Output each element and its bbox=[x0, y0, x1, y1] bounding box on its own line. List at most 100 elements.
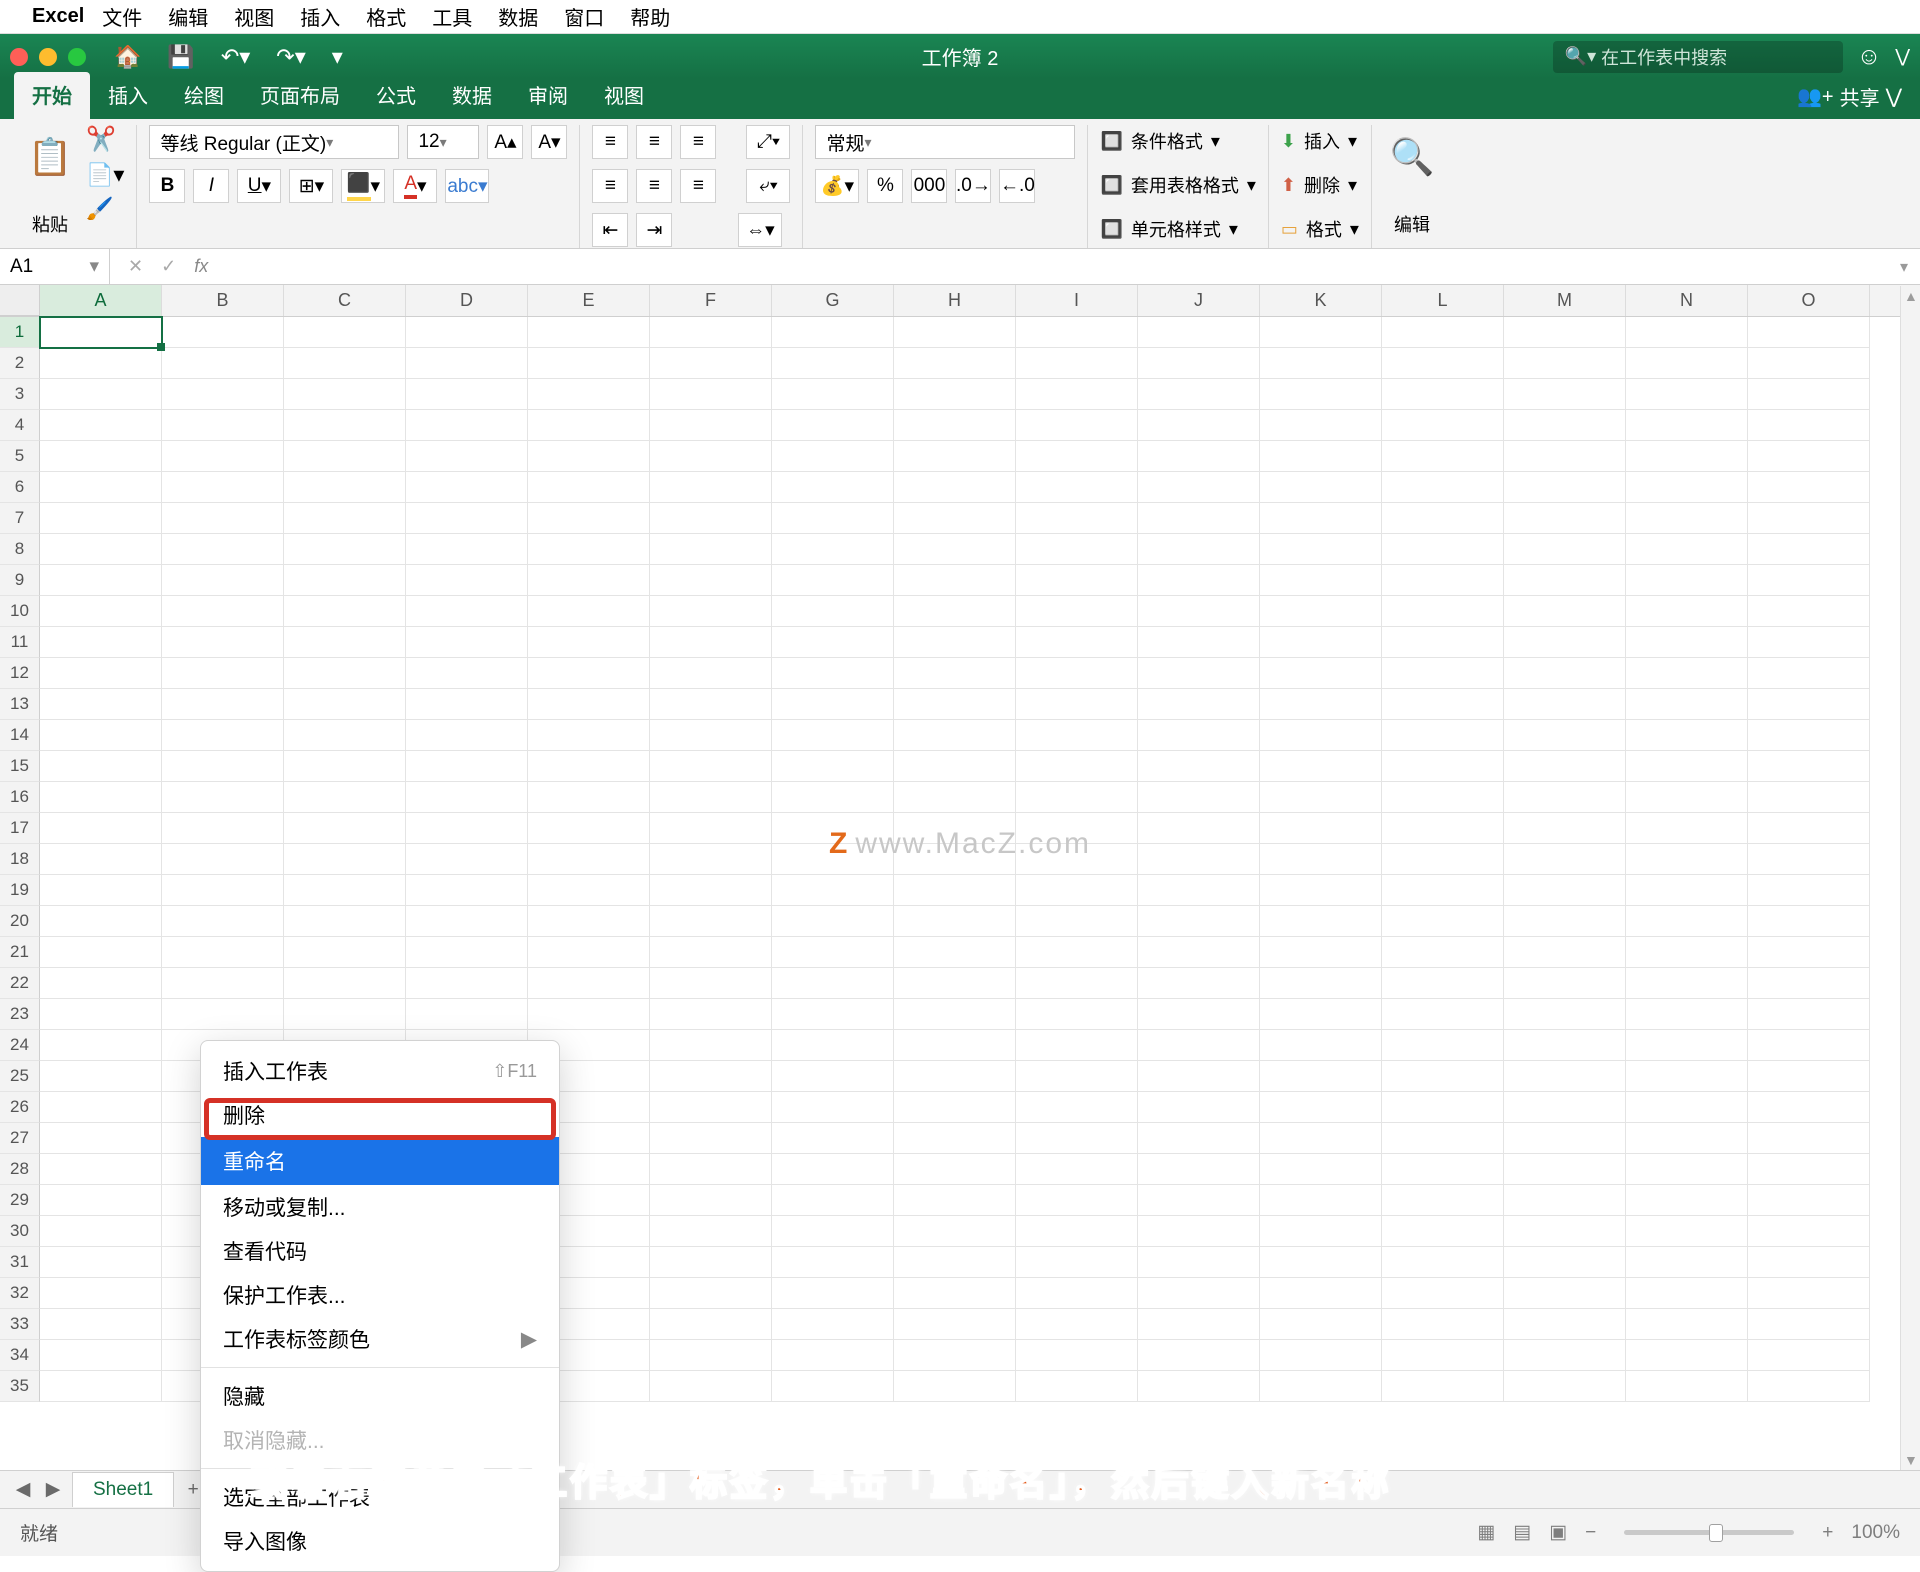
cell[interactable] bbox=[1260, 782, 1382, 813]
cell[interactable] bbox=[1138, 844, 1260, 875]
home-icon[interactable]: 🏠 bbox=[114, 44, 141, 70]
cell[interactable] bbox=[528, 999, 650, 1030]
menu-protect-sheet[interactable]: 保护工作表... bbox=[201, 1273, 559, 1317]
cell[interactable] bbox=[1504, 1030, 1626, 1061]
cell[interactable] bbox=[1504, 627, 1626, 658]
cell[interactable] bbox=[1138, 1185, 1260, 1216]
row-header[interactable]: 32 bbox=[0, 1278, 40, 1309]
cell[interactable] bbox=[650, 875, 772, 906]
cell[interactable] bbox=[1504, 1309, 1626, 1340]
cell[interactable] bbox=[1260, 1061, 1382, 1092]
cell[interactable] bbox=[772, 317, 894, 348]
cell[interactable] bbox=[284, 937, 406, 968]
cell[interactable] bbox=[406, 596, 528, 627]
cell[interactable] bbox=[1504, 503, 1626, 534]
cell[interactable] bbox=[528, 596, 650, 627]
cell[interactable] bbox=[1260, 1123, 1382, 1154]
cell[interactable] bbox=[1382, 1092, 1504, 1123]
cell[interactable] bbox=[1138, 441, 1260, 472]
cell[interactable] bbox=[1748, 379, 1870, 410]
row-header[interactable]: 34 bbox=[0, 1340, 40, 1371]
cell[interactable] bbox=[1138, 596, 1260, 627]
cell[interactable] bbox=[894, 503, 1016, 534]
row-header[interactable]: 29 bbox=[0, 1185, 40, 1216]
border-button[interactable]: ⊞▾ bbox=[289, 169, 333, 203]
cell[interactable] bbox=[894, 999, 1016, 1030]
cell[interactable] bbox=[650, 658, 772, 689]
row-header[interactable]: 9 bbox=[0, 565, 40, 596]
undo-icon[interactable]: ↶▾ bbox=[221, 44, 250, 70]
cell[interactable] bbox=[1016, 751, 1138, 782]
cell[interactable] bbox=[162, 720, 284, 751]
row-header[interactable]: 3 bbox=[0, 379, 40, 410]
cell[interactable] bbox=[406, 720, 528, 751]
merge-icon[interactable]: ⇔▾ bbox=[738, 213, 782, 247]
cell[interactable] bbox=[1138, 565, 1260, 596]
row-header[interactable]: 18 bbox=[0, 844, 40, 875]
enter-icon[interactable]: ✓ bbox=[161, 256, 176, 277]
cell[interactable] bbox=[1260, 1340, 1382, 1371]
cell[interactable] bbox=[772, 1278, 894, 1309]
cell[interactable] bbox=[1138, 813, 1260, 844]
row-header[interactable]: 33 bbox=[0, 1309, 40, 1340]
cell[interactable] bbox=[1260, 503, 1382, 534]
cell[interactable] bbox=[650, 1030, 772, 1061]
cell[interactable] bbox=[894, 875, 1016, 906]
cell[interactable] bbox=[1016, 937, 1138, 968]
cell[interactable] bbox=[40, 1123, 162, 1154]
cell[interactable] bbox=[1382, 1278, 1504, 1309]
cell[interactable] bbox=[650, 1061, 772, 1092]
cell[interactable] bbox=[284, 441, 406, 472]
cell[interactable] bbox=[1260, 1216, 1382, 1247]
cell[interactable] bbox=[772, 1030, 894, 1061]
cell[interactable] bbox=[162, 503, 284, 534]
cell[interactable] bbox=[1260, 658, 1382, 689]
cell[interactable] bbox=[1626, 1185, 1748, 1216]
cell[interactable] bbox=[1382, 596, 1504, 627]
cell[interactable] bbox=[772, 1340, 894, 1371]
cell[interactable] bbox=[650, 1247, 772, 1278]
cell[interactable] bbox=[1016, 968, 1138, 999]
font-color-button[interactable]: A▾ bbox=[393, 169, 437, 203]
cell[interactable] bbox=[284, 503, 406, 534]
cell[interactable] bbox=[40, 906, 162, 937]
column-header[interactable]: K bbox=[1260, 285, 1382, 316]
cell[interactable] bbox=[1504, 1061, 1626, 1092]
cell[interactable] bbox=[1016, 1030, 1138, 1061]
cell[interactable] bbox=[772, 720, 894, 751]
row-header[interactable]: 7 bbox=[0, 503, 40, 534]
cell[interactable] bbox=[894, 658, 1016, 689]
cell[interactable] bbox=[162, 999, 284, 1030]
cell[interactable] bbox=[1138, 658, 1260, 689]
cell[interactable] bbox=[1504, 1092, 1626, 1123]
menu-hide[interactable]: 隐藏 bbox=[201, 1374, 559, 1418]
cell[interactable] bbox=[528, 751, 650, 782]
cell[interactable] bbox=[528, 348, 650, 379]
menu-format[interactable]: 格式 bbox=[366, 2, 406, 31]
cell[interactable] bbox=[650, 689, 772, 720]
cell[interactable] bbox=[1504, 689, 1626, 720]
cell[interactable] bbox=[1016, 410, 1138, 441]
cell[interactable] bbox=[1382, 1340, 1504, 1371]
cell[interactable] bbox=[528, 441, 650, 472]
cell[interactable] bbox=[1504, 1154, 1626, 1185]
cell[interactable] bbox=[1016, 689, 1138, 720]
cell[interactable] bbox=[1504, 379, 1626, 410]
cut-icon[interactable]: ✂️ bbox=[86, 125, 124, 154]
cell[interactable] bbox=[1016, 1185, 1138, 1216]
row-header[interactable]: 24 bbox=[0, 1030, 40, 1061]
cell[interactable] bbox=[650, 441, 772, 472]
cell[interactable] bbox=[1504, 1340, 1626, 1371]
cell[interactable] bbox=[1382, 689, 1504, 720]
cell[interactable] bbox=[406, 317, 528, 348]
cell[interactable] bbox=[40, 1340, 162, 1371]
cell[interactable] bbox=[1016, 658, 1138, 689]
cell[interactable] bbox=[1260, 472, 1382, 503]
cell[interactable] bbox=[406, 348, 528, 379]
tab-home[interactable]: 开始 bbox=[14, 72, 90, 119]
decrease-font-icon[interactable]: A▾ bbox=[531, 125, 567, 159]
cell[interactable] bbox=[1138, 317, 1260, 348]
cell[interactable] bbox=[40, 503, 162, 534]
cell[interactable] bbox=[1626, 1278, 1748, 1309]
cell[interactable] bbox=[1260, 565, 1382, 596]
